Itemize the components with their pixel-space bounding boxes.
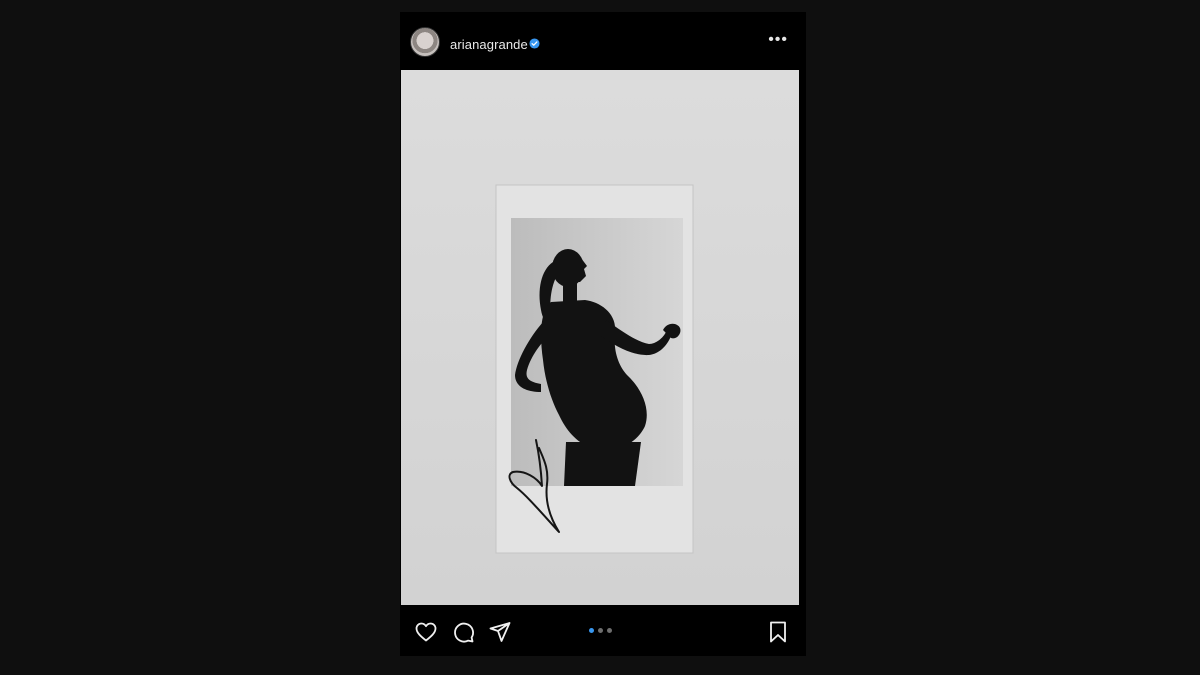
carousel-dot-active [589,628,594,633]
bookmark-icon[interactable] [766,620,790,644]
post-header: arianagrande ••• [400,12,806,72]
heart-icon[interactable] [414,620,438,644]
carousel-dot [598,628,603,633]
verified-badge-icon [529,38,540,49]
carousel-indicator [589,628,619,634]
post-action-bar [400,606,806,656]
carousel-dot [607,628,612,633]
username-link[interactable]: arianagrande [450,37,528,52]
share-icon[interactable] [488,620,512,644]
instagram-post: arianagrande ••• [400,12,806,656]
comment-icon[interactable] [451,620,475,644]
profile-avatar[interactable] [410,27,440,57]
polaroid-photo-illustration [401,70,799,605]
more-options-icon[interactable]: ••• [768,32,788,48]
post-image[interactable] [401,70,799,605]
